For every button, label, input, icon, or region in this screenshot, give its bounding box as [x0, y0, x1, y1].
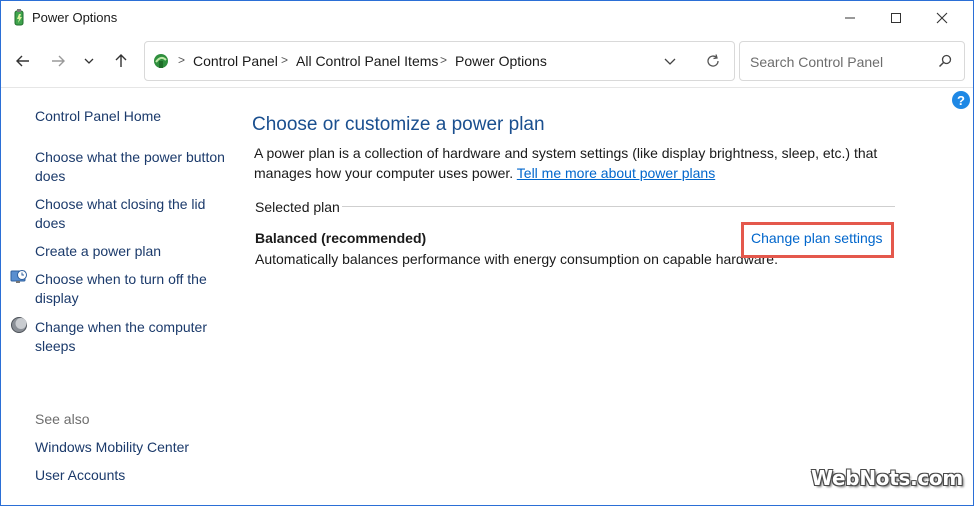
recent-locations-button[interactable] — [77, 49, 101, 73]
up-button[interactable] — [109, 49, 133, 73]
control-panel-icon — [154, 54, 168, 68]
display-clock-icon — [10, 270, 27, 283]
selected-plan-label: Selected plan — [255, 199, 340, 215]
sidebar-item-power-button[interactable]: Choose what the power button does — [35, 148, 230, 186]
sidebar-item-display-off[interactable]: Choose when to turn off the display — [35, 270, 215, 308]
sidebar-item-closing-lid[interactable]: Choose what closing the lid does — [35, 195, 210, 233]
page-title: Choose or customize a power plan — [252, 114, 545, 135]
section-divider — [342, 206, 895, 207]
search-input[interactable]: Search Control Panel — [739, 41, 965, 81]
plan-description: Automatically balances performance with … — [255, 251, 778, 267]
chevron-down-icon[interactable] — [663, 54, 677, 68]
navigation-bar: > Control Panel > All Control Panel Item… — [1, 35, 973, 88]
address-bar[interactable]: > Control Panel > All Control Panel Item… — [144, 41, 735, 81]
power-options-icon — [14, 9, 24, 26]
power-options-window: Power Options > Control Panel > All Cont… — [0, 0, 974, 506]
learn-more-link[interactable]: Tell me more about power plans — [517, 165, 715, 181]
see-also-heading: See also — [35, 411, 90, 427]
minimize-button[interactable] — [827, 1, 873, 35]
search-icon — [938, 54, 952, 68]
question-mark-icon: ? — [957, 92, 965, 108]
arrow-left-icon — [16, 55, 29, 67]
close-icon — [936, 12, 948, 24]
search-placeholder: Search Control Panel — [750, 54, 884, 70]
breadcrumb-separator: > — [281, 53, 289, 67]
sidebar-control-panel-home[interactable]: Control Panel Home — [35, 107, 161, 126]
sidebar-item-create-plan[interactable]: Create a power plan — [35, 242, 161, 261]
moon-icon — [11, 317, 27, 333]
close-button[interactable] — [919, 1, 965, 35]
arrow-right-icon — [52, 55, 65, 67]
chevron-down-icon — [84, 58, 94, 64]
maximize-button[interactable] — [873, 1, 919, 35]
page-description: A power plan is a collection of hardware… — [254, 144, 894, 183]
window-title: Power Options — [32, 10, 118, 25]
sidebar-item-mobility-center[interactable]: Windows Mobility Center — [35, 438, 189, 457]
breadcrumb-power-options[interactable]: Power Options — [455, 53, 547, 69]
minimize-icon — [845, 17, 855, 19]
breadcrumb-separator: > — [178, 53, 186, 67]
back-button[interactable] — [11, 49, 35, 73]
change-plan-settings-link[interactable]: Change plan settings — [751, 230, 883, 246]
sidebar-item-user-accounts[interactable]: User Accounts — [35, 466, 125, 485]
plan-name: Balanced (recommended) — [255, 230, 427, 246]
breadcrumb-all-items[interactable]: All Control Panel Items — [296, 53, 438, 69]
help-button[interactable]: ? — [952, 91, 970, 109]
watermark: WebNots.com — [811, 466, 963, 490]
maximize-icon — [891, 13, 901, 23]
sidebar-item-computer-sleeps[interactable]: Change when the computer sleeps — [35, 318, 210, 356]
refresh-icon[interactable] — [705, 53, 721, 69]
arrow-up-icon — [115, 54, 127, 67]
breadcrumb-separator: > — [440, 53, 448, 67]
title-bar: Power Options — [1, 1, 973, 35]
forward-button[interactable] — [46, 49, 70, 73]
breadcrumb-control-panel[interactable]: Control Panel — [193, 53, 278, 69]
